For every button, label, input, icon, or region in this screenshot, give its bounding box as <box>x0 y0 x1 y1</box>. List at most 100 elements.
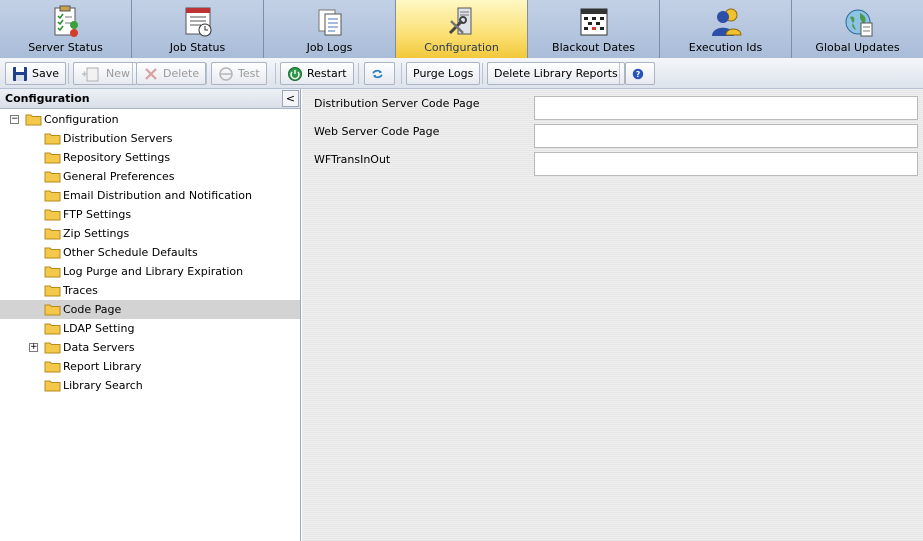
tree-item-label: Report Library <box>63 360 142 373</box>
toolbar-separator <box>482 63 483 84</box>
panel-header: Configuration < <box>0 89 300 109</box>
folder-icon <box>44 190 61 202</box>
folder-icon <box>44 304 61 316</box>
tree-item-label: Code Page <box>63 303 122 316</box>
job-status-icon <box>185 7 211 37</box>
purge-logs-button[interactable]: Purge Logs <box>406 62 481 85</box>
test-connection-icon <box>219 66 233 81</box>
tree-root-configuration[interactable]: − Configuration <box>0 110 300 129</box>
restart-icon <box>288 66 302 81</box>
tab-job-status[interactable]: Job Status <box>132 0 264 58</box>
tree-item-label: Library Search <box>63 379 143 392</box>
toolbar-separator <box>401 63 402 84</box>
field-label: Web Server Code Page <box>314 125 440 138</box>
delete-x-icon <box>145 67 157 80</box>
tab-label: Server Status <box>28 41 103 54</box>
code-page-form: Distribution Server Code Page Web Server… <box>302 89 923 541</box>
tree-item-log-purge-and-library-expiration[interactable]: Log Purge and Library Expiration <box>0 262 300 281</box>
svg-text:?: ? <box>636 70 640 79</box>
tree-item-data-servers[interactable]: + Data Servers <box>0 338 300 357</box>
tree-item-zip-settings[interactable]: Zip Settings <box>0 224 300 243</box>
tab-job-logs[interactable]: Job Logs <box>264 0 396 58</box>
tab-label: Job Status <box>169 41 226 54</box>
tree-item-general-preferences[interactable]: General Preferences <box>0 167 300 186</box>
tab-label: Job Logs <box>306 41 353 54</box>
tree-item-label: Traces <box>63 284 98 297</box>
save-button[interactable]: Save <box>5 62 67 85</box>
toolbar-separator <box>275 63 276 84</box>
help-button[interactable]: ? <box>625 62 655 85</box>
tree-item-distribution-servers[interactable]: Distribution Servers <box>0 129 300 148</box>
folder-icon <box>44 228 61 240</box>
delete-library-reports-button[interactable]: Delete Library Reports <box>487 62 625 85</box>
delete-library-reports-label: Delete Library Reports <box>494 67 618 80</box>
refresh-icon <box>372 69 383 78</box>
help-question-icon: ? <box>632 68 644 79</box>
folder-icon <box>44 266 61 278</box>
folder-icon <box>44 323 61 335</box>
tab-execution-ids[interactable]: Execution Ids <box>660 0 792 58</box>
floppy-disk-icon <box>13 66 27 81</box>
restart-button[interactable]: Restart <box>280 62 354 85</box>
folder-icon <box>44 361 61 373</box>
tree-item-label: Email Distribution and Notification <box>63 189 252 202</box>
collapse-minus-icon[interactable]: − <box>10 115 19 124</box>
tree-item-code-page[interactable]: Code Page <box>0 300 300 319</box>
tree-item-report-library[interactable]: Report Library <box>0 357 300 376</box>
main-tab-bar: Server Status Job Status Job Logs Config… <box>0 0 923 58</box>
expand-plus-icon[interactable]: + <box>29 343 38 352</box>
tree-item-label: Zip Settings <box>63 227 130 240</box>
calendar-icon <box>580 8 607 36</box>
collapse-arrow-icon: < <box>285 92 296 105</box>
tree-item-label: General Preferences <box>63 170 175 183</box>
tree-item-label: FTP Settings <box>63 208 132 221</box>
tree-item-label: Repository Settings <box>63 151 171 164</box>
tab-blackout-dates[interactable]: Blackout Dates <box>528 0 660 58</box>
folder-icon <box>44 152 61 164</box>
toolbar-separator <box>68 63 69 84</box>
tree-item-label: Distribution Servers <box>63 132 173 145</box>
new-document-icon <box>82 67 99 81</box>
collapse-panel-button[interactable]: < <box>282 90 299 107</box>
folder-icon <box>25 114 42 126</box>
tab-label: Blackout Dates <box>552 41 635 54</box>
restart-label: Restart <box>307 67 347 80</box>
tree-item-label: Log Purge and Library Expiration <box>63 265 244 278</box>
toolbar: Save New Delete Test Restart Purge Logs … <box>0 58 923 89</box>
field-label: WFTransInOut <box>314 153 391 166</box>
tab-label: Configuration <box>424 41 499 54</box>
tree-item-other-schedule-defaults[interactable]: Other Schedule Defaults <box>0 243 300 262</box>
tab-global-updates[interactable]: Global Updates <box>792 0 923 58</box>
toolbar-separator <box>132 63 133 84</box>
execution-ids-icon <box>711 8 742 36</box>
folder-icon <box>44 133 61 145</box>
new-label: New <box>106 67 130 80</box>
refresh-button[interactable] <box>364 62 395 85</box>
delete-button[interactable]: Delete <box>136 62 207 85</box>
job-logs-icon <box>318 9 341 36</box>
tab-label: Global Updates <box>815 41 900 54</box>
new-button[interactable]: New <box>73 62 137 85</box>
configuration-tree-panel: Configuration < − Configuration Distribu… <box>0 89 301 541</box>
tree-item-library-search[interactable]: Library Search <box>0 376 300 395</box>
tab-configuration[interactable]: Configuration <box>396 0 528 58</box>
tree-item-email-distribution-and-notification[interactable]: Email Distribution and Notification <box>0 186 300 205</box>
wftransinout-input[interactable] <box>534 152 918 176</box>
tree-item-ldap-setting[interactable]: LDAP Setting <box>0 319 300 338</box>
tree-item-label: LDAP Setting <box>63 322 135 335</box>
tree-item-traces[interactable]: Traces <box>0 281 300 300</box>
tab-server-status[interactable]: Server Status <box>0 0 132 58</box>
tree-item-label: Data Servers <box>63 341 135 354</box>
tree-item-repository-settings[interactable]: Repository Settings <box>0 148 300 167</box>
folder-icon <box>44 247 61 259</box>
test-label: Test <box>238 67 260 80</box>
tree-item-ftp-settings[interactable]: FTP Settings <box>0 205 300 224</box>
tree-item-label: Configuration <box>44 113 119 126</box>
form-row-web-server-code-page: Web Server Code Page <box>302 117 923 148</box>
test-button[interactable]: Test <box>211 62 267 85</box>
save-label: Save <box>32 67 60 80</box>
toolbar-separator <box>619 63 620 84</box>
folder-icon <box>44 285 61 297</box>
configuration-icon <box>448 7 471 35</box>
panel-title: Configuration <box>5 92 90 105</box>
